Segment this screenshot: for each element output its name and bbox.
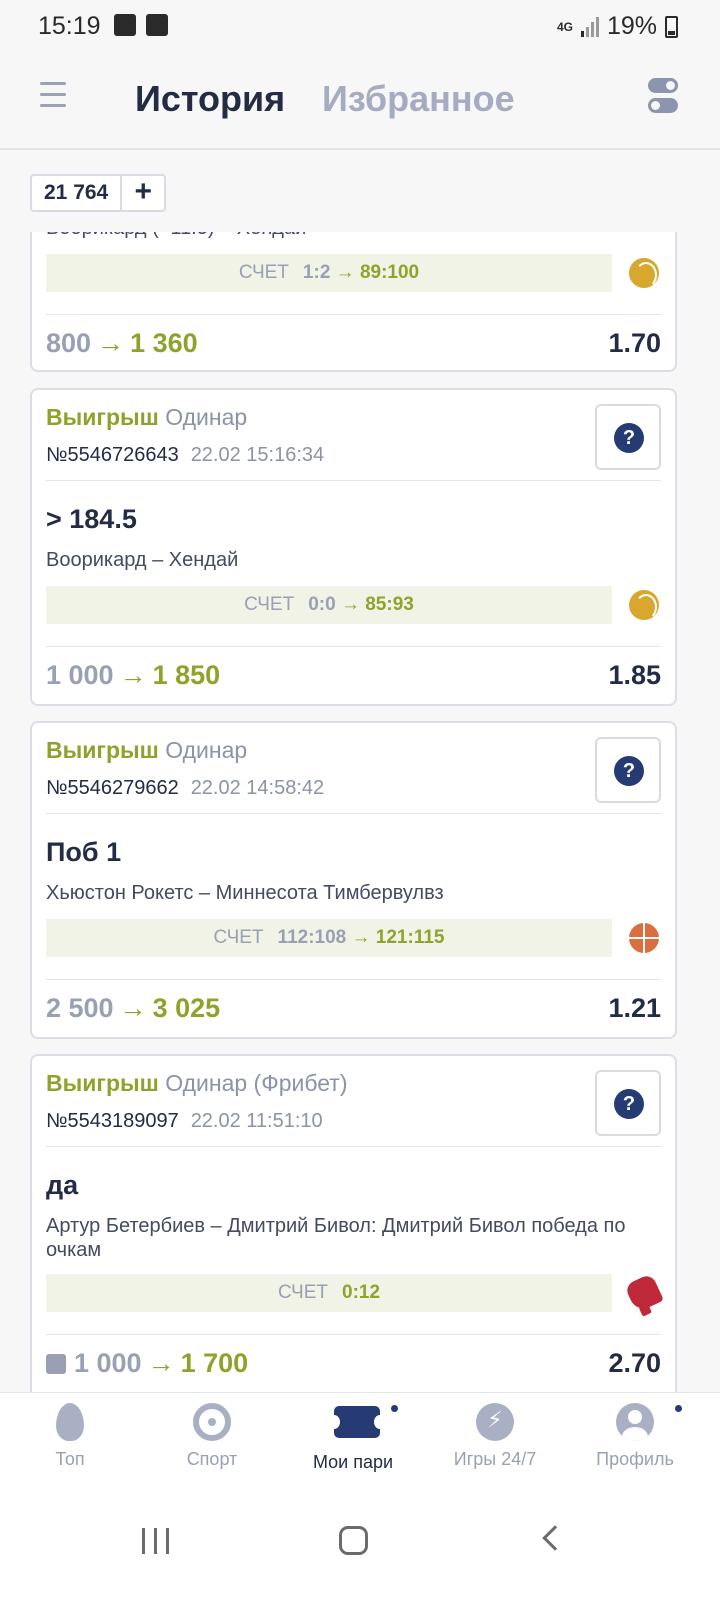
bet-card[interactable]: Воорикард (+11.5) – Хендай СЧЕТ1:2 → 89:…: [30, 232, 677, 372]
battery-percent: 19%: [606, 12, 657, 40]
nav-top[interactable]: Топ: [5, 1403, 135, 1470]
gift-icon: [46, 1354, 66, 1374]
lightning-icon: [476, 1403, 514, 1441]
bet-status: Выигрыш Одинар (Фрибет): [46, 1070, 348, 1096]
add-funds-button[interactable]: +: [122, 176, 164, 210]
system-nav: [0, 1486, 720, 1600]
basketball-icon: [629, 923, 659, 953]
stake: 800 → 1 360: [46, 328, 198, 358]
bet-card[interactable]: Выигрыш Одинар ? №5546279662 22.02 14:58:…: [30, 721, 677, 1039]
stake: 2 500 → 3 025: [46, 993, 221, 1023]
nav-sport[interactable]: Спорт: [147, 1403, 277, 1470]
stake: 1 000 → 1 850: [46, 660, 221, 690]
odds: 1.85: [608, 660, 661, 690]
bet-id: №5546279662 22.02 14:58:42: [46, 777, 325, 799]
question-icon: ?: [614, 423, 644, 453]
volleyball-icon: [629, 590, 659, 620]
filter-toggle-icon[interactable]: [648, 78, 678, 114]
balance-row: 21 764 +: [0, 152, 720, 232]
tab-favorites[interactable]: Избранное: [322, 78, 515, 120]
bet-outcome: да: [46, 1170, 79, 1200]
nav-games[interactable]: Игры 24/7: [430, 1403, 560, 1470]
match-name: Воорикард – Хендай: [46, 549, 239, 571]
match-name: Хьюстон Рокетс – Миннесота Тимбервулвз: [46, 882, 444, 904]
network-type: 4G: [556, 19, 573, 34]
battery-icon: [665, 15, 678, 38]
odds: 1.70: [608, 328, 661, 358]
notification-dot: [675, 1405, 682, 1412]
odds: 1.21: [608, 993, 661, 1023]
score-bar: СЧЕТ 0:0 → 85:93: [46, 586, 612, 624]
status-bar: 15:19 4G 19%: [0, 0, 720, 56]
match-name: Артур Бетербиев – Дмитрий Бивол: Дмитрий…: [46, 1215, 626, 1261]
tab-history[interactable]: История: [135, 78, 285, 120]
match-name: Воорикард (+11.5) – Хендай: [46, 232, 626, 240]
menu-icon[interactable]: [40, 82, 66, 110]
bet-card[interactable]: Выигрыш Одинар ? №5546726643 22.02 15:16:…: [30, 388, 677, 706]
status-right: 4G 19%: [557, 12, 678, 41]
bet-card[interactable]: Выигрыш Одинар (Фрибет) ? №5543189097 22.…: [30, 1054, 677, 1404]
back-button[interactable]: [542, 1525, 568, 1551]
score-bar: СЧЕТ 1:2 → 89:100: [46, 254, 612, 292]
status-time: 15:19: [38, 12, 101, 40]
bottom-nav: Топ Спорт Мои пари Игры 24/7 Профиль: [0, 1392, 720, 1486]
help-button[interactable]: ?: [595, 404, 661, 470]
home-button[interactable]: [339, 1526, 368, 1555]
nav-my-bets[interactable]: Мои пари: [288, 1403, 418, 1473]
balance-box: 21 764 +: [30, 174, 167, 212]
profile-icon: [616, 1403, 654, 1441]
bet-status: Выигрыш Одинар: [46, 404, 248, 430]
help-button[interactable]: ?: [595, 1070, 661, 1136]
bet-outcome: Поб 1: [46, 837, 122, 867]
notification-dot: [391, 1405, 398, 1412]
boxing-glove-icon: [624, 1273, 664, 1313]
volleyball-icon: [629, 258, 659, 288]
checkbox-icon: [146, 14, 168, 36]
flame-icon: [56, 1403, 84, 1441]
nav-profile[interactable]: Профиль: [570, 1403, 700, 1470]
balance-value: 21 764: [32, 176, 123, 210]
notification-icons: [114, 14, 168, 36]
header: История Избранное: [0, 56, 720, 150]
bet-status: Выигрыш Одинар: [46, 737, 248, 763]
bet-outcome: > 184.5: [46, 504, 137, 534]
target-icon: [193, 1403, 231, 1441]
question-icon: ?: [614, 756, 644, 786]
help-button[interactable]: ?: [595, 737, 661, 803]
bet-history-list[interactable]: Воорикард (+11.5) – Хендай СЧЕТ1:2 → 89:…: [0, 232, 720, 1410]
ticket-icon: [328, 1406, 386, 1438]
odds: 2.70: [608, 1348, 661, 1378]
recent-apps-button[interactable]: [142, 1528, 169, 1554]
stake: 1 000 → 1 700: [46, 1348, 248, 1379]
bet-id: №5546726643 22.02 15:16:34: [46, 444, 325, 466]
question-icon: ?: [614, 1089, 644, 1119]
score-bar: СЧЕТ 0:12: [46, 1274, 612, 1312]
gallery-icon: [114, 14, 136, 36]
signal-icon: [580, 16, 599, 37]
score-bar: СЧЕТ 112:108 → 121:115: [46, 919, 612, 957]
bet-id: №5543189097 22.02 11:51:10: [46, 1110, 323, 1132]
